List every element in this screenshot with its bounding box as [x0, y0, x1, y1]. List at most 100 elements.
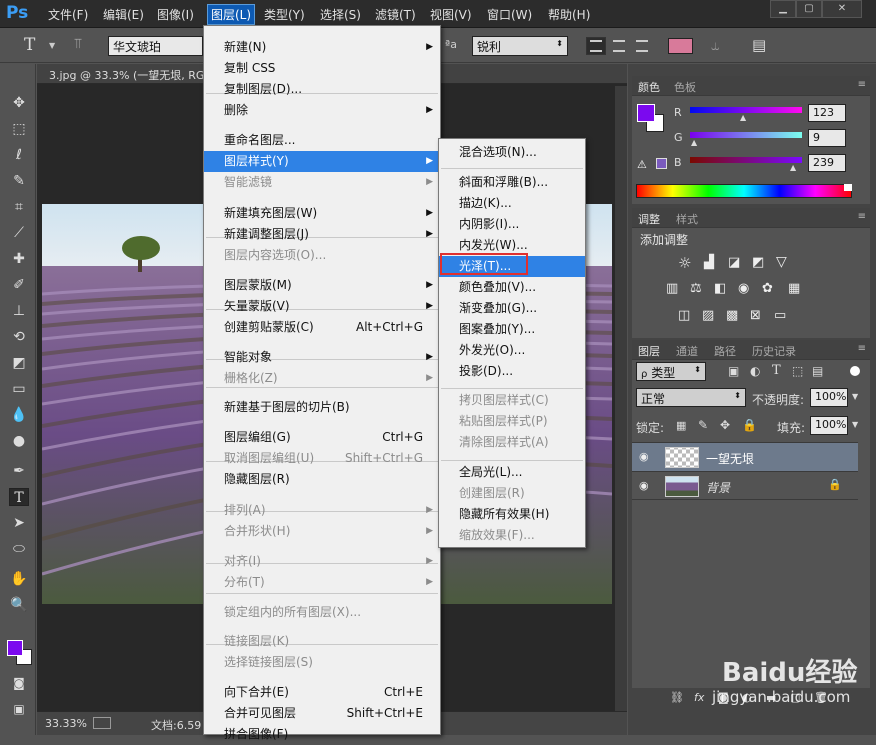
style-menu-item[interactable]: 内阴影(I)...	[439, 214, 585, 235]
color-balance-icon[interactable]: ⚖	[690, 281, 702, 296]
b-value-field[interactable]: 239	[808, 154, 846, 172]
tab-swatches[interactable]: 色板	[674, 79, 696, 95]
layer-menu-item[interactable]: 选择链接图层(S)	[204, 652, 440, 673]
layer-menu-item[interactable]: 删除 ▶	[204, 100, 440, 121]
style-menu-item[interactable]: 外发光(O)...	[439, 340, 585, 361]
layer-menu-item[interactable]: 栅格化(Z) ▶	[204, 368, 440, 389]
color-lookup-icon[interactable]: ▦	[788, 281, 800, 296]
black-white-icon[interactable]: ◧	[714, 281, 726, 296]
style-menu-item[interactable]: 拷贝图层样式(C)	[439, 390, 585, 411]
vibrance-icon[interactable]: ▽	[776, 254, 787, 270]
layer-menu-item[interactable]: 取消图层编组(U) Shift+Ctrl+G	[204, 448, 440, 469]
color-foreground-swatch[interactable]	[637, 104, 655, 122]
style-menu-item[interactable]: 隐藏所有效果(H)	[439, 504, 585, 525]
gamut-swatch[interactable]	[656, 158, 667, 169]
lock-transparent-icon[interactable]: ▦	[676, 419, 686, 432]
layer-row[interactable]: ◉ 背景 🔒	[632, 471, 858, 500]
blur-tool-icon[interactable]: 💧	[9, 406, 29, 424]
layer-filter-select[interactable]: ρ 类型 ⬍	[636, 362, 706, 381]
layer-menu-item[interactable]: 图层内容选项(O)...	[204, 245, 440, 266]
font-family-field[interactable]: 华文琥珀	[108, 36, 203, 56]
character-panel-icon[interactable]: ▤	[752, 36, 766, 54]
menu-type[interactable]: 类型(Y)	[264, 6, 305, 23]
fill-field[interactable]: 100%	[810, 416, 848, 435]
menu-view[interactable]: 视图(V)	[430, 6, 472, 23]
style-menu-item[interactable]: 混合选项(N)...	[439, 142, 585, 163]
quick-select-tool-icon[interactable]: ✎	[9, 172, 29, 190]
document-info[interactable]: 文档:6.59	[151, 717, 201, 733]
layer-menu-item[interactable]: 排列(A) ▶	[204, 500, 440, 521]
filter-adjustment-icon[interactable]: ◐	[750, 364, 760, 378]
threshold-icon[interactable]: ▩	[726, 308, 738, 323]
screen-mode-icon[interactable]: ▣	[9, 700, 29, 718]
align-center-icon[interactable]	[613, 40, 625, 52]
opacity-dropdown-icon[interactable]: ▼	[852, 392, 858, 401]
tab-history[interactable]: 历史记录	[752, 343, 796, 359]
hue-saturation-icon[interactable]: ▥	[666, 281, 678, 296]
layer-name[interactable]: 一望无垠	[706, 450, 754, 467]
layer-menu-item[interactable]: 重命名图层...	[204, 130, 440, 151]
opacity-field[interactable]: 100%	[810, 388, 848, 407]
layer-menu-item[interactable]: 创建剪贴蒙版(C) Alt+Ctrl+G	[204, 317, 440, 338]
style-menu-item[interactable]: 斜面和浮雕(B)...	[439, 172, 585, 193]
hand-tool-icon[interactable]: ✋	[9, 570, 29, 588]
layer-menu-item[interactable]: 新建填充图层(W) ▶	[204, 203, 440, 224]
layer-menu-item[interactable]: 图层编组(G) Ctrl+G	[204, 427, 440, 448]
invert-icon[interactable]: ◫	[678, 308, 690, 323]
layer-menu-item[interactable]: 链接图层(K)	[204, 631, 440, 652]
gamut-warning-icon[interactable]: ⚠	[637, 158, 647, 171]
layer-menu-item[interactable]: 矢量蒙版(V) ▶	[204, 296, 440, 317]
lock-all-icon[interactable]: 🔒	[742, 418, 757, 432]
document-scrollbar[interactable]	[615, 86, 627, 711]
lock-position-icon[interactable]: ✥	[720, 418, 730, 432]
layer-menu-item[interactable]: 合并形状(H) ▶	[204, 521, 440, 542]
blend-mode-select[interactable]: 正常 ⬍	[636, 388, 746, 407]
menu-window[interactable]: 窗口(W)	[487, 6, 532, 23]
filter-toggle[interactable]	[850, 366, 860, 376]
layer-menu-item[interactable]: 新建(N) ▶	[204, 37, 440, 58]
b-slider[interactable]	[690, 157, 802, 163]
text-color-swatch[interactable]	[668, 38, 693, 54]
move-tool-icon[interactable]: ✥	[9, 94, 29, 112]
type-tool-icon[interactable]: T	[9, 488, 29, 506]
filter-smart-object-icon[interactable]: ▤	[812, 364, 823, 378]
shape-tool-icon[interactable]: ⬭	[9, 540, 29, 558]
panel-menu-icon[interactable]: ≡	[858, 211, 866, 222]
tab-styles[interactable]: 样式	[676, 211, 698, 227]
text-orientation-icon[interactable]: ⫪	[74, 36, 82, 52]
tab-color[interactable]: 颜色	[638, 79, 660, 95]
layer-menu-item[interactable]: 新建调整图层(J) ▶	[204, 224, 440, 245]
lock-image-icon[interactable]: ✎	[698, 418, 708, 432]
selective-color-icon[interactable]: ⊠	[750, 308, 761, 323]
visibility-eye-icon[interactable]: ◉	[639, 450, 649, 463]
marquee-tool-icon[interactable]: ⬚	[9, 120, 29, 138]
zoom-level[interactable]: 33.33%	[45, 717, 87, 730]
layer-menu-item[interactable]: 新建基于图层的切片(B)	[204, 397, 440, 418]
g-slider-handle[interactable]: ▲	[691, 138, 697, 147]
panel-menu-icon[interactable]: ≡	[858, 79, 866, 90]
layer-menu-item[interactable]: 图层蒙版(M) ▶	[204, 275, 440, 296]
layer-menu-item[interactable]: 智能对象 ▶	[204, 347, 440, 368]
layer-menu-item[interactable]: 图层样式(Y) ▶	[204, 151, 440, 172]
r-value-field[interactable]: 123	[808, 104, 846, 122]
layer-menu-item[interactable]: 分布(T) ▶	[204, 572, 440, 593]
style-menu-item[interactable]: 缩放效果(F)...	[439, 525, 585, 546]
minimize-button[interactable]: ▁	[770, 0, 796, 18]
gradient-map-icon[interactable]: ▭	[774, 308, 786, 323]
lasso-tool-icon[interactable]: ℓ	[9, 146, 29, 164]
filter-shape-icon[interactable]: ⬚	[792, 364, 803, 378]
visibility-eye-icon[interactable]: ◉	[639, 479, 649, 492]
layer-name[interactable]: 背景	[706, 479, 730, 496]
white-swatch[interactable]	[844, 184, 852, 191]
layer-menu-item[interactable]: 锁定组内的所有图层(X)...	[204, 602, 440, 623]
g-value-field[interactable]: 9	[808, 129, 846, 147]
photo-filter-icon[interactable]: ◉	[738, 281, 749, 296]
style-menu-item[interactable]: 清除图层样式(A)	[439, 432, 585, 453]
tab-paths[interactable]: 路径	[714, 343, 736, 359]
maximize-button[interactable]: ▢	[796, 0, 822, 18]
style-menu-item[interactable]: 描边(K)...	[439, 193, 585, 214]
gradient-tool-icon[interactable]: ▭	[9, 380, 29, 398]
menu-edit[interactable]: 编辑(E)	[103, 6, 144, 23]
align-right-icon[interactable]	[636, 40, 648, 52]
eraser-tool-icon[interactable]: ◩	[9, 354, 29, 372]
